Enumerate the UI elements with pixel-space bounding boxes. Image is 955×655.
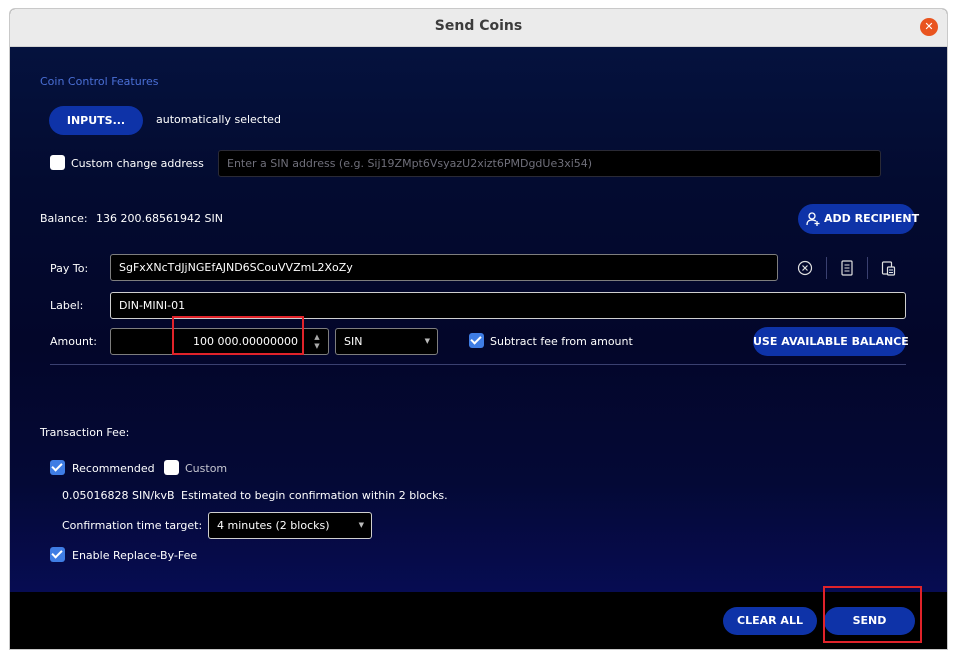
use-available-balance-button[interactable]: USE AVAILABLE BALANCE <box>753 327 909 356</box>
fee-estimate: Estimated to begin confirmation within 2… <box>181 489 448 502</box>
coin-control-title: Coin Control Features <box>40 75 159 88</box>
chevron-down-icon: ▼ <box>424 337 430 345</box>
custom-fee-label: Custom <box>185 462 228 475</box>
clear-all-button[interactable]: CLEAR ALL <box>723 607 817 635</box>
fee-title: Transaction Fee: <box>40 426 130 439</box>
icon-separator <box>826 257 827 279</box>
send-highlight-box <box>823 586 922 643</box>
inputs-button[interactable]: INPUTS... <box>49 106 143 135</box>
add-recipient-button[interactable]: ADD RECIPIENT <box>798 204 919 234</box>
recommended-label: Recommended <box>72 462 155 475</box>
custom-fee-checkbox[interactable] <box>164 460 179 475</box>
balance-label: Balance: <box>40 212 88 225</box>
clear-icon <box>797 260 813 276</box>
main-content: Coin Control Features INPUTS... automati… <box>10 47 947 592</box>
spin-up-icon: ▲ <box>314 333 320 341</box>
icon-separator <box>867 257 868 279</box>
confirmation-target-label: Confirmation time target: <box>62 519 203 532</box>
title-bar: Send Coins ✕ <box>10 9 947 47</box>
label-label: Label: <box>50 299 84 312</box>
paste-icon <box>881 261 895 276</box>
chevron-down-icon: ▼ <box>358 521 364 529</box>
unit-select[interactable]: SIN ▼ <box>335 328 438 355</box>
recipient-divider <box>50 364 906 365</box>
custom-change-label: Custom change address <box>71 157 204 170</box>
rbf-label: Enable Replace-By-Fee <box>72 549 198 562</box>
address-book-icon <box>841 260 853 276</box>
rbf-checkbox[interactable] <box>50 547 65 562</box>
send-coins-dialog: Send Coins ✕ Coin Control Features INPUT… <box>9 8 948 650</box>
amount-highlight-box <box>172 316 304 355</box>
recommended-checkbox[interactable] <box>50 460 65 475</box>
fee-rate: 0.05016828 SIN/kvB <box>62 489 175 502</box>
amount-label: Amount: <box>50 335 97 348</box>
subtract-fee-label: Subtract fee from amount <box>490 335 633 348</box>
dialog-title: Send Coins <box>434 18 523 34</box>
label-input[interactable]: DIN-MINI-01 <box>110 292 906 319</box>
add-user-icon <box>806 212 820 226</box>
spin-down-icon: ▼ <box>314 342 320 350</box>
close-icon: ✕ <box>924 20 934 33</box>
subtract-fee-checkbox[interactable] <box>469 333 484 348</box>
custom-change-address-input[interactable]: Enter a SIN address (e.g. Sij19ZMpt6Vsya… <box>218 150 881 177</box>
address-book-button[interactable] <box>836 257 858 279</box>
clear-address-button[interactable] <box>794 257 816 279</box>
close-button[interactable]: ✕ <box>920 18 938 36</box>
confirmation-target-select[interactable]: 4 minutes (2 blocks) ▼ <box>208 512 372 539</box>
inputs-status: automatically selected <box>156 113 281 126</box>
custom-change-checkbox[interactable] <box>50 155 65 170</box>
confirmation-target-value: 4 minutes (2 blocks) <box>217 519 330 532</box>
pay-to-input[interactable]: SgFxXNcTdJjNGEfAJND6SCouVVZmL2XoZy <box>110 254 778 281</box>
unit-select-value: SIN <box>344 335 363 348</box>
pay-to-label: Pay To: <box>50 262 89 275</box>
footer-bar: CLEAR ALL SEND <box>10 592 947 649</box>
balance-value: 136 200.68561942 SIN <box>96 212 223 225</box>
amount-spinner[interactable]: ▲ ▼ <box>308 330 326 353</box>
add-recipient-label: ADD RECIPIENT <box>824 212 920 225</box>
paste-button[interactable] <box>877 257 899 279</box>
